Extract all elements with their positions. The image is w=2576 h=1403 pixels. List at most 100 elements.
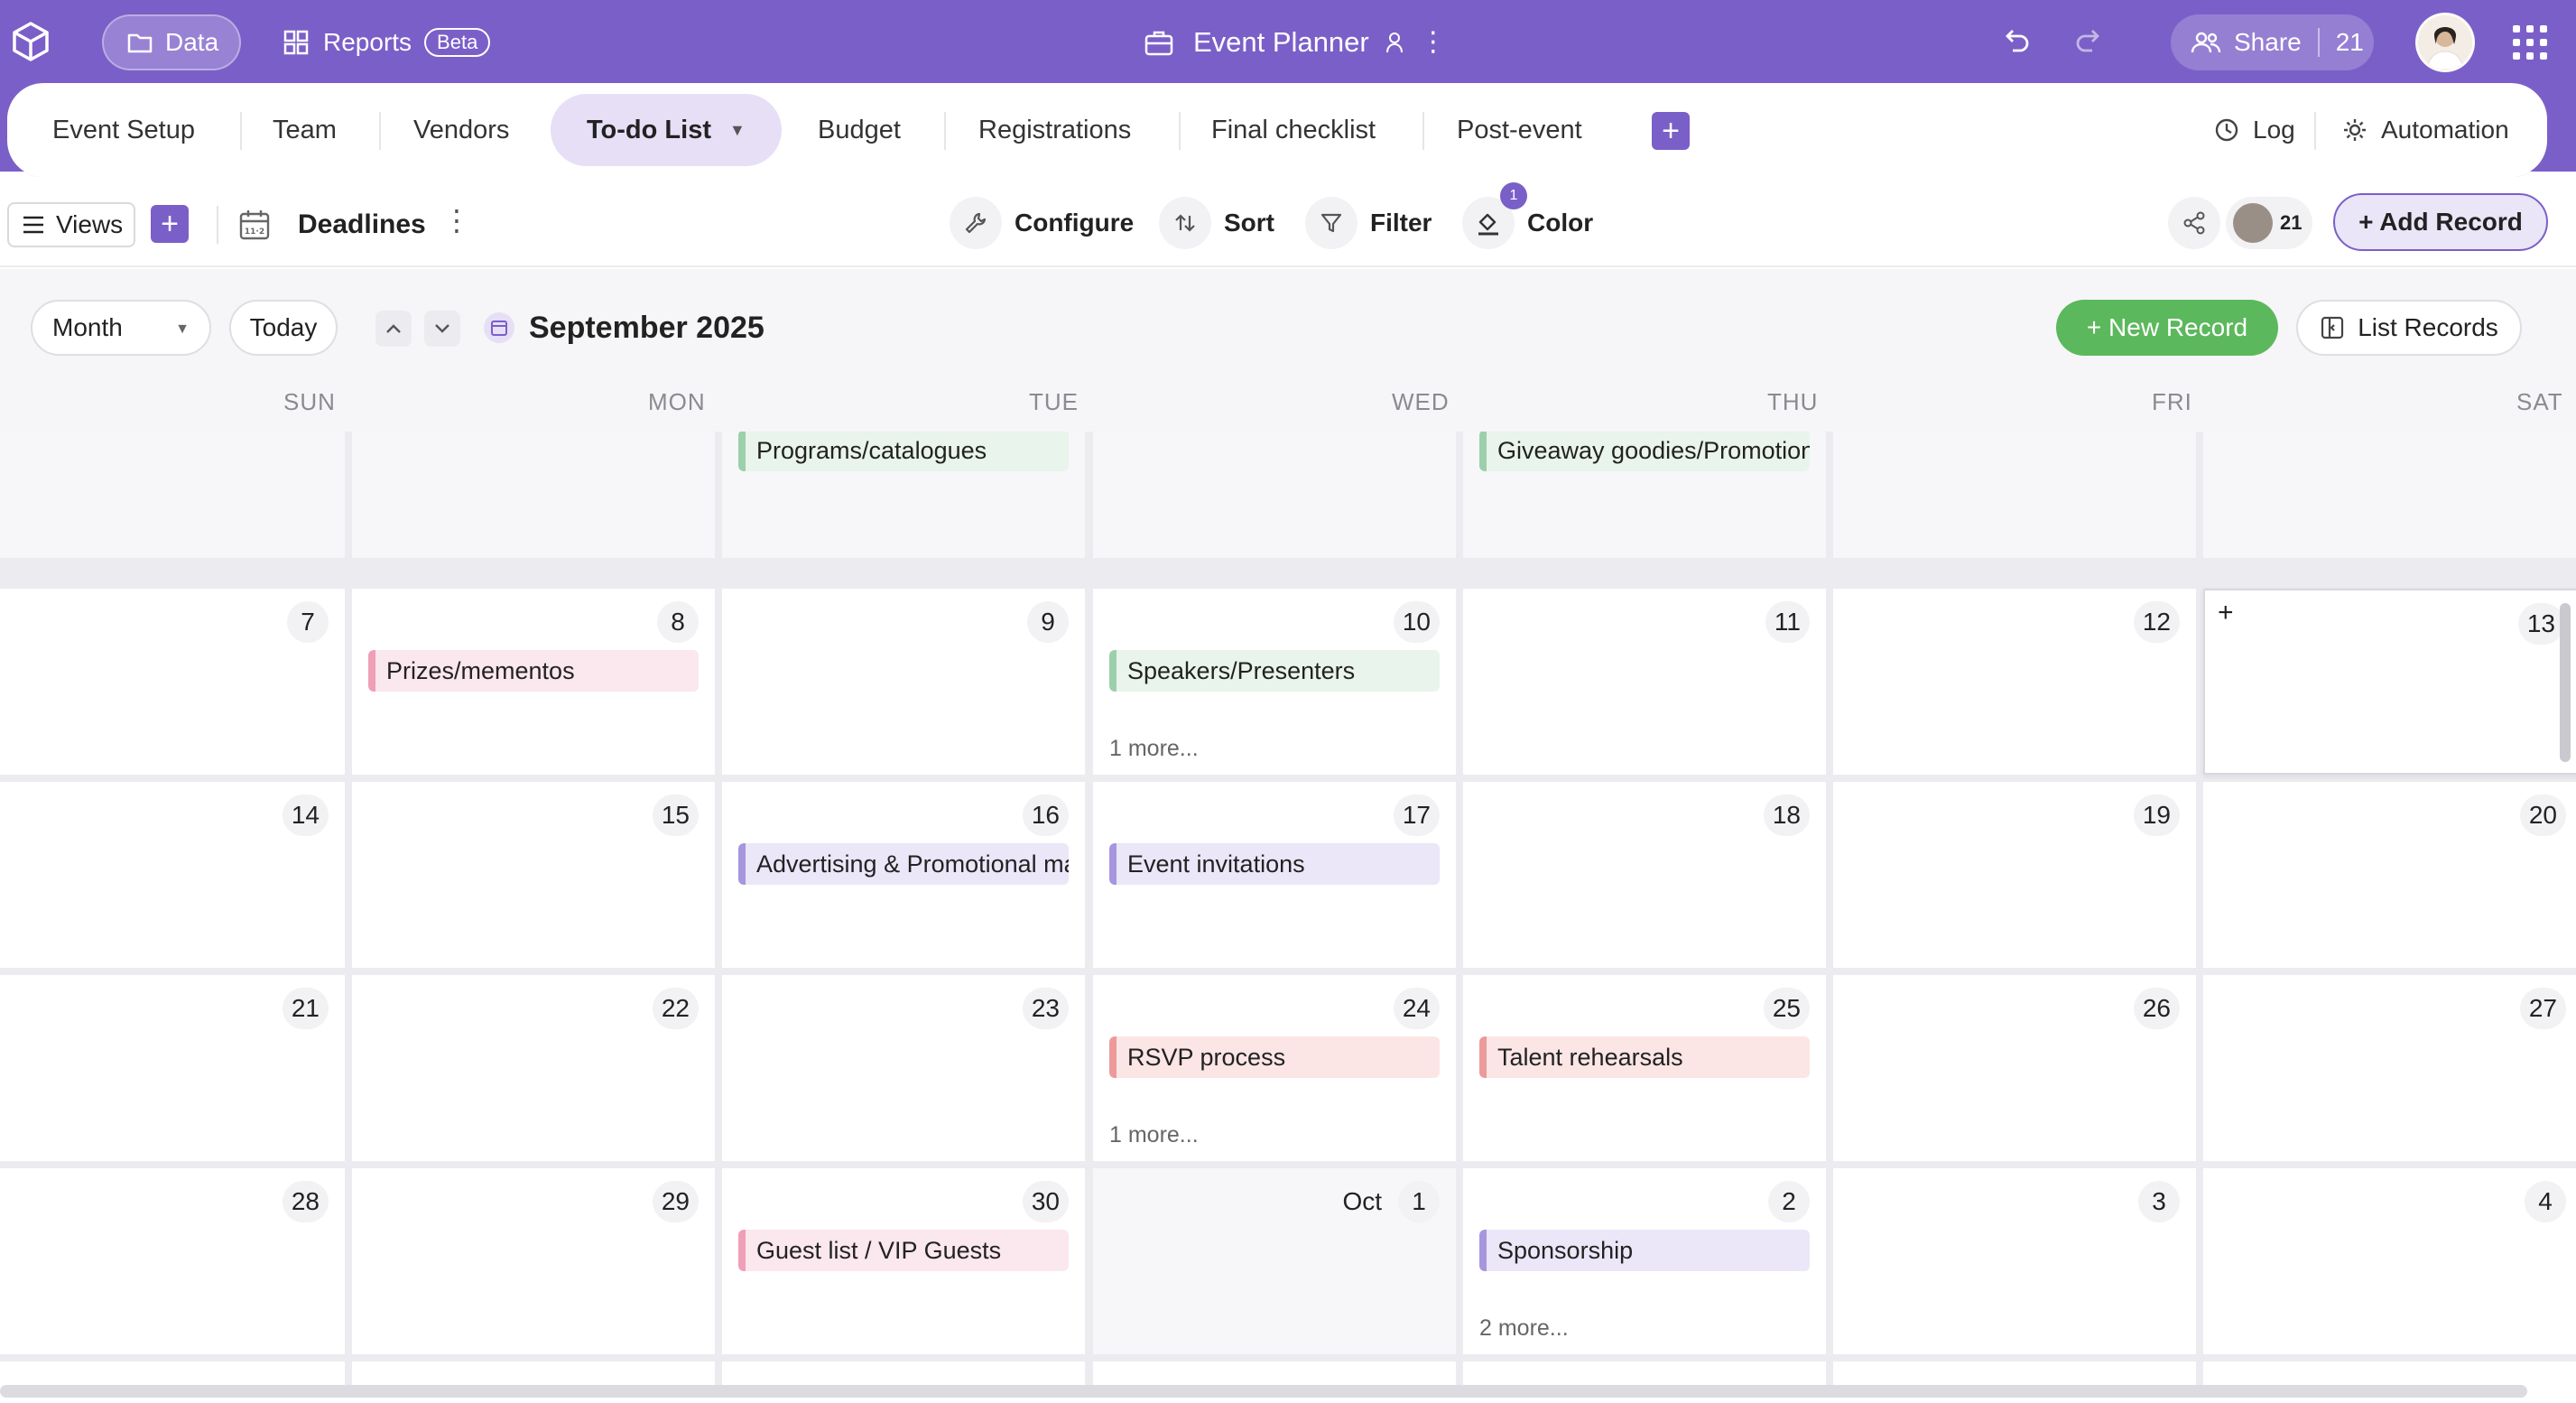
- calendar-day-cell[interactable]: 23: [722, 975, 1085, 1161]
- calendar-day-cell[interactable]: 30 Guest list / VIP Guests: [722, 1168, 1085, 1354]
- add-event-icon[interactable]: +: [2218, 598, 2234, 628]
- list-records-button[interactable]: List Records: [2296, 300, 2522, 356]
- day-number: 4: [2525, 1181, 2566, 1222]
- reports-button[interactable]: Reports Beta: [283, 14, 491, 70]
- calendar-day-cell[interactable]: 28: [0, 1168, 345, 1354]
- tab-divider: [1422, 112, 1424, 150]
- more-events-link[interactable]: 1 more...: [1109, 736, 1199, 762]
- undo-icon[interactable]: [2000, 25, 2033, 58]
- apps-grid-icon[interactable]: [2513, 25, 2547, 60]
- weekday-sat: SAT: [2516, 388, 2563, 415]
- app-title[interactable]: Event Planner: [1193, 26, 1369, 59]
- tab-budget[interactable]: Budget: [818, 94, 901, 166]
- calendar-day-cell[interactable]: 14: [0, 782, 345, 968]
- calendar-event[interactable]: Prizes/mementos: [368, 650, 699, 692]
- app-logo-icon[interactable]: [7, 18, 54, 65]
- calendar-day-cell[interactable]: 10 Speakers/Presenters 1 more...: [1093, 589, 1456, 775]
- calendar-day-cell[interactable]: Oct 1: [1093, 1168, 1456, 1354]
- calendar-event[interactable]: Event invitations: [1109, 843, 1440, 885]
- calendar-day-cell[interactable]: 24 RSVP process 1 more...: [1093, 975, 1456, 1161]
- calendar-event[interactable]: Speakers/Presenters: [1109, 650, 1440, 692]
- calendar-day-cell[interactable]: 15: [352, 782, 715, 968]
- calendar-event[interactable]: Guest list / VIP Guests: [738, 1230, 1069, 1271]
- tab-final-checklist[interactable]: Final checklist: [1211, 94, 1376, 166]
- day-number: 14: [282, 794, 329, 836]
- calendar-day-cell[interactable]: 5: [1833, 432, 2196, 558]
- calendar-day-cell[interactable]: 17 Event invitations: [1093, 782, 1456, 968]
- app-menu-icon[interactable]: ⋮: [1420, 29, 1447, 56]
- new-record-button[interactable]: + New Record: [2056, 300, 2278, 356]
- calendar-header: Month ▼ Today September 2025 + New Recor…: [0, 269, 2576, 432]
- calendar-day-cell[interactable]: 12: [1833, 589, 2196, 775]
- calendar-day-cell[interactable]: 3: [1833, 1168, 2196, 1354]
- views-button[interactable]: Views: [7, 202, 135, 247]
- calendar-day-cell[interactable]: 20: [2203, 782, 2576, 968]
- tab-event-setup[interactable]: Event Setup: [52, 94, 195, 166]
- tab-team[interactable]: Team: [273, 94, 337, 166]
- day-number: 25: [1763, 988, 1810, 1029]
- more-events-link[interactable]: 1 more...: [1109, 1122, 1199, 1148]
- calendar-event[interactable]: RSVP process: [1109, 1036, 1440, 1078]
- calendar-event[interactable]: Giveaway goodies/Promotional merchandise: [1479, 432, 1810, 471]
- calendar-title[interactable]: September 2025: [484, 303, 764, 352]
- calendar-event[interactable]: Advertising & Promotional materials: [738, 843, 1069, 885]
- current-view[interactable]: 11·2 Deadlines: [238, 204, 426, 246]
- calendar-day-cell[interactable]: 21: [0, 975, 345, 1161]
- calendar-day-cell[interactable]: 4Giveaway goodies/Promotional merchandis…: [1463, 432, 1826, 558]
- calendar-day-cell[interactable]: 8 Prizes/mementos: [352, 589, 715, 775]
- calendar-day-cell[interactable]: 18: [1463, 782, 1826, 968]
- tab-post-event[interactable]: Post-event: [1457, 94, 1582, 166]
- calendar-day-cell[interactable]: +13: [2203, 589, 2576, 775]
- calendar-event[interactable]: Sponsorship: [1479, 1230, 1810, 1271]
- user-avatar[interactable]: [2415, 13, 2475, 72]
- calendar-day-cell[interactable]: 26: [1833, 975, 2196, 1161]
- collaborators-button[interactable]: 21: [2226, 197, 2312, 249]
- share-button[interactable]: Share 21: [2171, 14, 2374, 70]
- more-events-link[interactable]: 2 more...: [1479, 1315, 1569, 1342]
- calendar-day-cell[interactable]: 9: [722, 589, 1085, 775]
- share-view-button[interactable]: [2168, 197, 2220, 249]
- calendar-day-cell[interactable]: 22: [352, 975, 715, 1161]
- color-button[interactable]: Color: [1462, 197, 1593, 249]
- data-button[interactable]: Data: [102, 14, 241, 70]
- calendar-day-cell[interactable]: Sep1: [352, 432, 715, 558]
- horizontal-scrollbar[interactable]: [0, 1385, 2527, 1398]
- calendar-day-cell[interactable]: 6: [2203, 432, 2576, 558]
- next-month-button[interactable]: [424, 311, 460, 347]
- calendar-day-cell[interactable]: 29: [352, 1168, 715, 1354]
- calendar-day-cell[interactable]: 4: [2203, 1168, 2576, 1354]
- calendar-day-cell[interactable]: 25 Talent rehearsals: [1463, 975, 1826, 1161]
- automation-button[interactable]: Automation: [2341, 94, 2509, 166]
- tab-to-do-list[interactable]: To-do List ▼: [551, 94, 782, 166]
- calendar-day-cell[interactable]: 2 Sponsorship 2 more...: [1463, 1168, 1826, 1354]
- calendar-event[interactable]: Talent rehearsals: [1479, 1036, 1810, 1078]
- calendar-mode-select[interactable]: Month ▼: [31, 300, 211, 356]
- redo-icon[interactable]: [2072, 25, 2105, 58]
- sort-button[interactable]: Sort: [1159, 197, 1274, 249]
- user-permission-icon[interactable]: [1385, 31, 1407, 54]
- tab-vendors[interactable]: Vendors: [413, 94, 509, 166]
- calendar-day-cell[interactable]: 31: [0, 432, 345, 558]
- calendar-event[interactable]: Programs/catalogues: [738, 432, 1069, 471]
- calendar-day-cell[interactable]: 2Programs/catalogues: [722, 432, 1085, 558]
- today-button[interactable]: Today: [229, 300, 338, 356]
- tab-registrations[interactable]: Registrations: [978, 94, 1131, 166]
- add-view-button[interactable]: +: [151, 205, 189, 243]
- calendar-day-cell[interactable]: 16 Advertising & Promotional materials: [722, 782, 1085, 968]
- log-button[interactable]: Log: [2213, 94, 2295, 166]
- add-record-button[interactable]: + Add Record: [2333, 193, 2548, 251]
- tab-label: Registrations: [978, 115, 1132, 144]
- hamburger-icon: [23, 216, 43, 234]
- previous-month-button[interactable]: [375, 311, 412, 347]
- vertical-scrollbar[interactable]: [2560, 603, 2571, 762]
- chevron-down-icon[interactable]: ▼: [729, 121, 746, 140]
- calendar-day-cell[interactable]: 7: [0, 589, 345, 775]
- calendar-day-cell[interactable]: 3: [1093, 432, 1456, 558]
- calendar-day-cell[interactable]: 11: [1463, 589, 1826, 775]
- calendar-day-cell[interactable]: 27: [2203, 975, 2576, 1161]
- filter-button[interactable]: Filter: [1305, 197, 1432, 249]
- view-menu-icon[interactable]: ⋮: [442, 206, 471, 235]
- add-table-button[interactable]: +: [1652, 112, 1690, 150]
- calendar-day-cell[interactable]: 19: [1833, 782, 2196, 968]
- configure-button[interactable]: Configure: [950, 197, 1134, 249]
